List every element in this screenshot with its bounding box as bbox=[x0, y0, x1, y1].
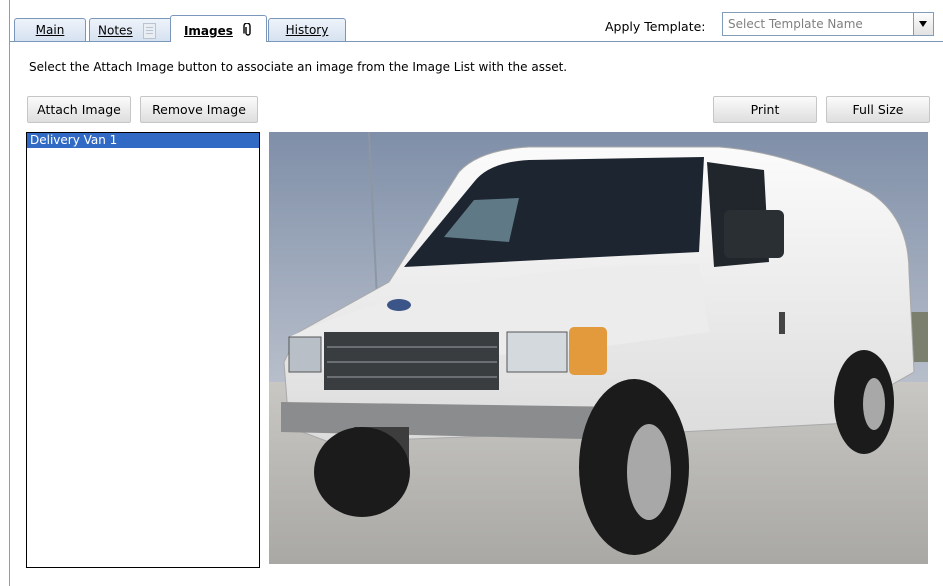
template-select-placeholder: Select Template Name bbox=[728, 17, 863, 31]
tab-main-label: Main bbox=[35, 23, 65, 37]
tab-notes[interactable]: Notes bbox=[89, 18, 172, 41]
tab-history[interactable]: History bbox=[268, 18, 346, 41]
chevron-down-icon[interactable] bbox=[913, 13, 933, 35]
attach-image-button[interactable]: Attach Image bbox=[27, 96, 131, 123]
image-list[interactable]: Delivery Van 1 bbox=[26, 132, 260, 568]
instructions-text: Select the Attach Image button to associ… bbox=[29, 60, 568, 74]
full-size-button[interactable]: Full Size bbox=[826, 96, 930, 123]
left-edge-bar bbox=[0, 0, 10, 586]
list-item[interactable]: Delivery Van 1 bbox=[27, 133, 259, 148]
image-preview bbox=[269, 132, 928, 564]
tab-history-label: History bbox=[285, 23, 329, 37]
tab-underline bbox=[10, 41, 943, 42]
tab-notes-label: Notes bbox=[98, 23, 133, 38]
tab-images[interactable]: Images bbox=[170, 15, 267, 42]
tab-images-label: Images bbox=[183, 24, 233, 38]
notes-icon bbox=[142, 23, 156, 39]
paperclip-icon bbox=[243, 22, 253, 40]
apply-template-label: Apply Template: bbox=[605, 19, 706, 34]
print-button[interactable]: Print bbox=[713, 96, 817, 123]
van-photo bbox=[269, 132, 928, 564]
template-select[interactable]: Select Template Name bbox=[722, 12, 934, 36]
tab-main[interactable]: Main bbox=[14, 18, 86, 41]
remove-image-button[interactable]: Remove Image bbox=[140, 96, 258, 123]
